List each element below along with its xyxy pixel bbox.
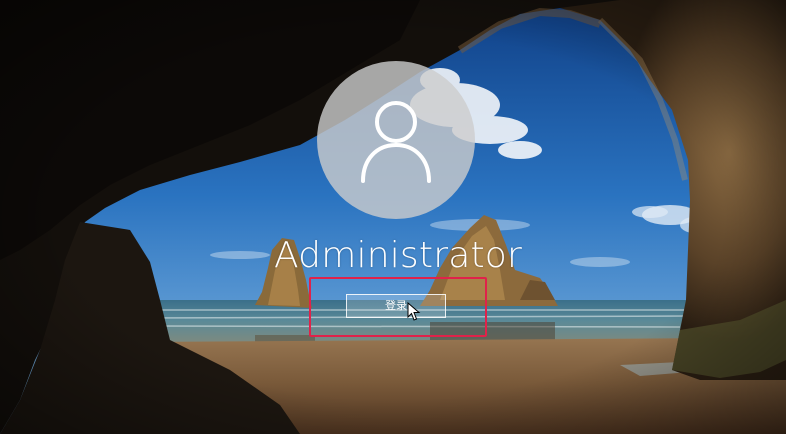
user-silhouette-icon (361, 101, 431, 183)
mouse-pointer-icon (407, 302, 421, 321)
user-avatar (317, 61, 475, 219)
lock-screen: Administrator 登录 (0, 0, 786, 434)
signin-button[interactable]: 登录 (346, 294, 446, 318)
username-label: Administrator (273, 235, 522, 276)
